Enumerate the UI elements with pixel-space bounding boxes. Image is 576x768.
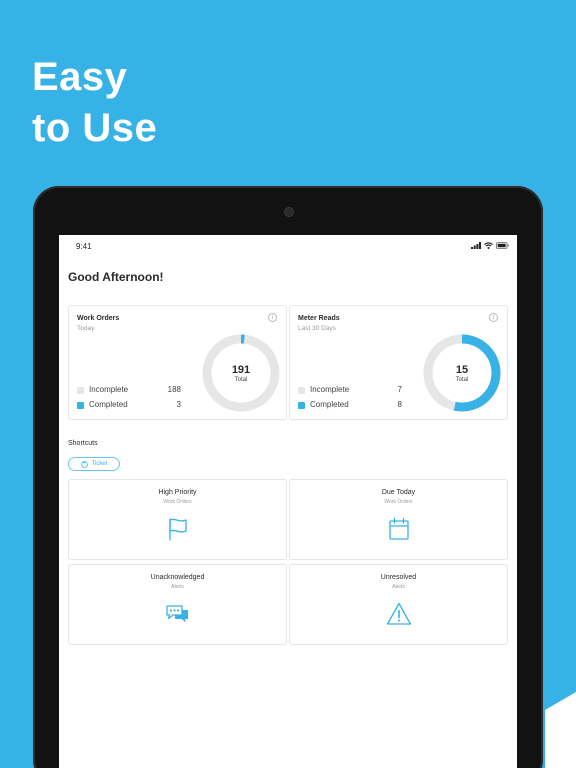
legend-incomplete: Incomplete 7 <box>298 385 408 396</box>
incomplete-swatch <box>298 387 305 394</box>
donut-total-label: Total <box>234 377 248 383</box>
status-time: 9:41 <box>76 242 92 251</box>
tablet-device: 9:41 Good Afternoon! Work Orders Today i… <box>33 186 543 768</box>
legend-label: Completed <box>310 400 349 409</box>
legend-label: Incomplete <box>310 385 350 394</box>
status-icons <box>471 242 509 249</box>
info-icon[interactable]: i <box>268 313 277 322</box>
plus-icon: + <box>80 460 88 468</box>
legend-value: 8 <box>397 400 402 409</box>
calendar-icon <box>388 517 409 540</box>
tile-subtitle: Work Orders <box>163 499 192 505</box>
card-title: Work Orders <box>77 315 120 322</box>
completed-swatch <box>298 402 305 409</box>
battery-icon <box>496 242 509 249</box>
meter-reads-card[interactable]: Meter Reads Last 30 Days i Incomplete 7 … <box>289 305 508 420</box>
donut-total-label: Total <box>455 377 469 383</box>
flag-icon <box>168 518 187 541</box>
wifi-icon <box>484 242 493 249</box>
tile-subtitle: Alerts <box>171 584 184 590</box>
card-subtitle: Last 30 Days <box>298 325 336 332</box>
tile-title: Unresolved <box>380 574 417 581</box>
legend-value: 7 <box>397 385 402 394</box>
legend-label: Incomplete <box>89 385 129 394</box>
shortcut-unacknowledged[interactable]: Unacknowledged Alerts <box>68 564 287 645</box>
donut-total-value: 15 <box>455 364 469 376</box>
shortcut-due-today[interactable]: Due Today Work Orders <box>289 479 508 560</box>
legend-value: 3 <box>176 400 181 409</box>
headline-line-2: to Use <box>32 106 158 150</box>
completed-swatch <box>77 402 84 409</box>
chat-bubbles-icon <box>165 605 188 623</box>
legend-label: Completed <box>89 400 128 409</box>
shortcut-high-priority[interactable]: High Priority Work Orders <box>68 479 287 560</box>
shortcuts-label: Shortcuts <box>68 440 98 447</box>
tile-title: Due Today <box>381 489 416 496</box>
signal-icon <box>471 242 481 249</box>
shortcut-unresolved[interactable]: Unresolved Alerts <box>289 564 508 645</box>
ticket-button-label: Ticket <box>91 461 108 467</box>
incomplete-swatch <box>77 387 84 394</box>
add-ticket-button[interactable]: + Ticket <box>68 457 120 471</box>
legend-completed: Completed 8 <box>298 400 408 411</box>
card-title: Meter Reads <box>298 315 340 322</box>
headline-line-1: Easy <box>32 55 128 99</box>
app-screen: 9:41 Good Afternoon! Work Orders Today i… <box>59 235 517 768</box>
tile-subtitle: Alerts <box>392 584 405 590</box>
status-bar: 9:41 <box>59 235 517 257</box>
greeting-title: Good Afternoon! <box>68 270 164 284</box>
legend-value: 188 <box>167 385 181 394</box>
tile-subtitle: Work Orders <box>384 499 413 505</box>
donut-total-value: 191 <box>231 364 251 376</box>
info-icon[interactable]: i <box>489 313 498 322</box>
legend-completed: Completed 3 <box>77 400 187 411</box>
card-subtitle: Today <box>77 325 95 332</box>
legend-incomplete: Incomplete 188 <box>77 385 187 396</box>
camera-icon <box>285 208 293 216</box>
tile-title: Unacknowledged <box>150 574 205 581</box>
work-orders-card[interactable]: Work Orders Today i Incomplete 188 Compl… <box>68 305 287 420</box>
headline: Easy to Use <box>32 52 157 154</box>
tile-title: High Priority <box>158 489 197 496</box>
warning-icon <box>386 602 411 625</box>
